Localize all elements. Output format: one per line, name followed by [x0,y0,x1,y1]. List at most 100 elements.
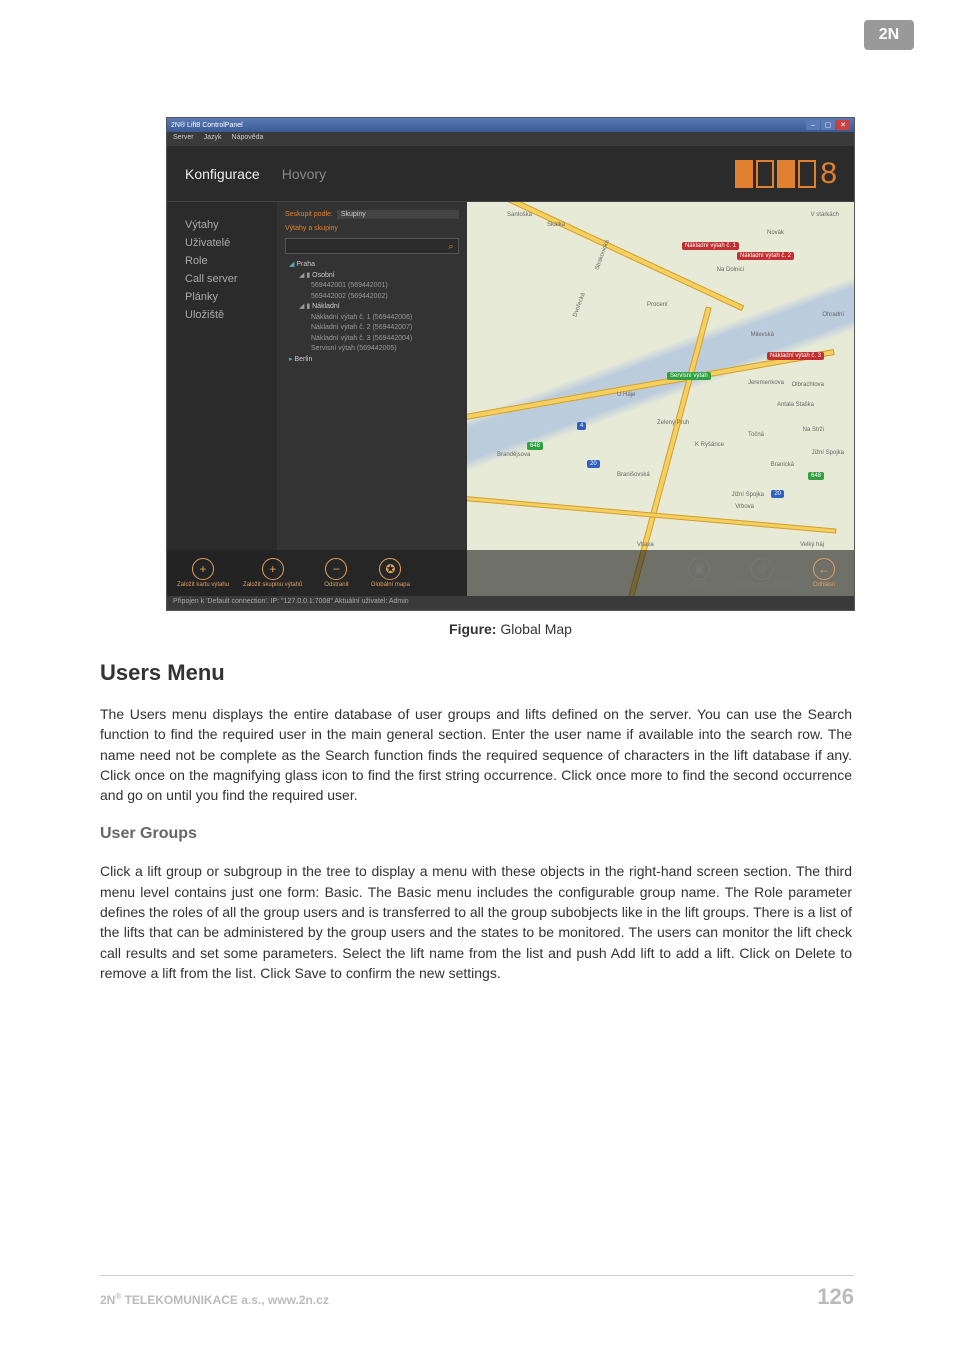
map-label: Na Strži [803,427,824,433]
tree-leaf[interactable]: Servisní výtah (569442005) [285,344,459,355]
plus-icon: + [262,558,284,580]
tree-node-osobni[interactable]: Osobní [285,271,459,282]
map-label: Vltava [637,542,654,548]
paragraph: Click a lift group or subgroup in the tr… [100,861,852,983]
tool-label: Založit skupinu výtahů [243,582,302,588]
map-label: Točná [748,432,764,438]
search-input[interactable] [286,243,444,250]
tool-label: Odstranit [324,582,348,588]
statusbar: Připojen k 'Default connection'. IP: "12… [167,596,854,610]
header: Konfigurace Hovory 8 [167,146,854,202]
menu-help[interactable]: Nápověda [232,134,264,144]
map-label: Vrbova [735,504,754,510]
map-label: Milevská [751,332,774,338]
paragraph: The Users menu displays the entire datab… [100,704,852,805]
map-label: Santoška [507,212,532,218]
map-label: Na Dolnici [717,267,744,273]
map-pin[interactable]: Nákladní výtah č. 1 [682,242,739,250]
globe-icon: ✪ [379,558,401,580]
figure-caption-text: Global Map [496,621,571,637]
map-pin[interactable]: 20 [771,490,784,498]
sidebar-item-role[interactable]: Role [185,252,271,270]
tree-node-nakladni[interactable]: Nákladní [285,302,459,313]
logo-box-icon [777,160,795,188]
main-tabs: Konfigurace Hovory [185,166,326,182]
logo-text: 8 [820,157,836,191]
map-label: Olbrachtova [792,382,824,388]
close-button[interactable]: ✕ [836,120,850,130]
footer-brand: 2N [100,1293,115,1307]
footer-company: 2N® TELEKOMUNIKACE a.s., www.2n.cz [100,1292,329,1307]
group-by-select[interactable]: Skupiny [337,210,459,219]
map-label: Jeremenkova [748,380,784,386]
tree-leaf[interactable]: 569442002 (569442002) [285,292,459,303]
figure: 2N® Lift8 ControlPanel – ▢ ✕ Server Jazy… [166,117,855,637]
remove-button[interactable]: − Odstranit [316,558,356,588]
map-label: Velký háj [800,542,824,548]
save-button[interactable]: ▣ Uložit [679,558,719,588]
map-label: Skalka [547,222,565,228]
figure-caption: Figure: Global Map [166,621,855,637]
document-body: Users Menu The Users menu displays the e… [100,660,852,1003]
map-label: Antala Staška [777,402,814,408]
sidebar: Výtahy Uživatelé Role Call server Plánky… [167,202,277,600]
map-label: Zelený Pruh [657,420,689,426]
tree-section-title: Výtahy a skupiny [285,225,459,232]
global-map[interactable]: Santoška Skalka V stárkách Novák Strakon… [467,202,854,600]
sidebar-item-vytahy[interactable]: Výtahy [185,216,271,234]
brand-logo: 2N [864,20,914,50]
tree-node-berlin[interactable]: Berlin [285,355,459,366]
sidebar-item-uzivatele[interactable]: Uživatelé [185,234,271,252]
map-pin[interactable]: Nákladní výtah č. 2 [737,252,794,260]
menu-language[interactable]: Jazyk [204,134,222,144]
sidebar-item-uloziste[interactable]: Uložiště [185,306,271,324]
map-label: Brandějsova [497,452,530,458]
map-label: U Háje [617,392,635,398]
maximize-button[interactable]: ▢ [821,120,835,130]
menubar: Server Jazyk Nápověda [167,132,854,146]
map-label: Jižní Spojka [732,492,764,498]
logo-box-icon [756,160,774,188]
tab-hovory[interactable]: Hovory [282,166,326,182]
tree-leaf[interactable]: Nákladní výtah č. 2 (569442007) [285,323,459,334]
tree-leaf[interactable]: Nákladní výtah č. 3 (569442004) [285,334,459,345]
tree-node-praha[interactable]: Praha [285,260,459,271]
map-label: Novák [767,230,784,236]
revert-button[interactable]: ↺ Vrátit všechny změny [733,558,790,588]
undo-icon: ↺ [751,558,773,580]
add-lift-card-button[interactable]: + Založit kartu výtahu [177,558,229,588]
map-label: Dvořecká [573,292,587,318]
tab-konfigurace[interactable]: Konfigurace [185,166,260,182]
map-pin[interactable]: 20 [587,460,600,468]
map-pin[interactable]: 648 [808,472,824,480]
back-arrow-icon: ← [813,558,835,580]
map-pin[interactable]: Servisní výtah [667,372,711,380]
logout-button[interactable]: ← Odhlásit [804,558,844,588]
sidebar-item-planky[interactable]: Plánky [185,288,271,306]
page-number: 126 [817,1284,854,1310]
tool-label: Vrátit všechny změny [733,582,790,588]
map-pin[interactable]: 648 [527,442,543,450]
search-icon[interactable]: ⌕ [444,241,458,252]
content-area: Výtahy Uživatelé Role Call server Plánky… [167,202,854,600]
map-pin[interactable]: 4 [577,422,586,430]
figure-caption-label: Figure: [449,621,496,637]
sidebar-item-callserver[interactable]: Call server [185,270,271,288]
menu-server[interactable]: Server [173,134,194,144]
map-label: V stárkách [811,212,839,218]
add-lift-group-button[interactable]: + Založit skupinu výtahů [243,558,302,588]
tree-leaf[interactable]: Nákladní výtah č. 1 (569442006) [285,313,459,324]
window-titlebar: 2N® Lift8 ControlPanel – ▢ ✕ [167,118,854,132]
minimize-button[interactable]: – [806,120,820,130]
tree-leaf[interactable]: 569442001 (569442001) [285,281,459,292]
logo-box-icon [798,160,816,188]
global-map-button[interactable]: ✪ Globální mapa [370,558,410,588]
window-title: 2N® Lift8 ControlPanel [171,122,243,129]
map-label: Branická [771,462,794,468]
plus-icon: + [192,558,214,580]
map-pin[interactable]: Nákladní výtah č. 3 [767,352,824,360]
save-icon: ▣ [688,558,710,580]
tree-panel: Seskupit podle: Skupiny Výtahy a skupiny… [277,202,467,600]
bottom-toolbar: + Založit kartu výtahu + Založit skupinu… [167,550,854,596]
footer-company-text: TELEKOMUNIKACE a.s., www.2n.cz [121,1293,329,1307]
